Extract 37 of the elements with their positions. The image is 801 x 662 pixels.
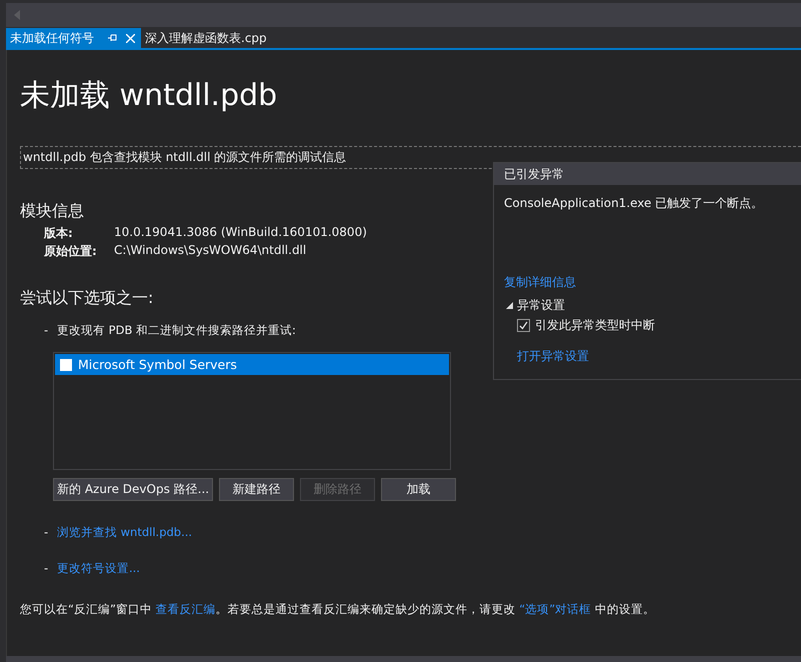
checkbox[interactable] — [517, 319, 530, 332]
pin-icon[interactable] — [108, 34, 118, 42]
open-settings-link[interactable]: 打开异常设置 — [517, 348, 589, 365]
footer-text: 中的设置。 — [594, 602, 655, 616]
field-label: 原始位置: — [44, 243, 98, 260]
path-label: Microsoft Symbol Servers — [78, 357, 237, 372]
section-heading: 尝试以下选项之一: — [20, 288, 154, 309]
field-label: 版本: — [44, 225, 74, 242]
field-value: 10.0.19041.3086 (WinBuild.160101.0800) — [114, 225, 368, 241]
exception-message: ConsoleApplication1.exe 已触发了一个断点。 — [503, 195, 764, 212]
dash-bullet: - — [44, 525, 50, 540]
checkbox-label: 引发此异常类型时中断 — [535, 317, 655, 334]
option-text: 更改现有 PDB 和二进制文件搜索路径并重试: — [57, 323, 296, 338]
footer-link[interactable]: 查看反汇编 — [156, 602, 216, 616]
path-item[interactable]: Microsoft Symbol Servers — [55, 354, 449, 375]
option-link[interactable]: 更改符号设置... — [57, 561, 140, 576]
page-title: 未加载 wntdll.pdb — [20, 77, 278, 115]
option-link[interactable]: 浏览并查找 wntdll.pdb... — [57, 525, 192, 540]
section-heading: 模块信息 — [20, 201, 84, 222]
footer-text: 。若要总是通过查看反汇编来确定缺少的源文件，请更改 — [216, 602, 517, 616]
path-button[interactable]: 新建路径 — [219, 478, 294, 501]
footer-link[interactable]: “选项”对话框 — [519, 602, 592, 616]
dash-bullet: - — [44, 561, 50, 576]
footer-text: 您可以在“反汇编”窗口中 — [20, 602, 153, 616]
expanded-triangle-icon[interactable] — [506, 302, 513, 309]
path-button[interactable]: 加载 — [381, 478, 456, 501]
settings-label: 异常设置 — [517, 297, 565, 314]
document-tab[interactable]: 未加载任何符号 — [6, 28, 141, 48]
dash-bullet: - — [44, 323, 50, 338]
close-icon[interactable] — [126, 34, 135, 42]
popup-title: 已引发异常 — [494, 163, 801, 185]
document-tab[interactable]: 深入理解虚函数表.cpp — [141, 28, 271, 48]
copy-details-link[interactable]: 复制详细信息 — [504, 274, 576, 291]
path-button[interactable]: 新的 Azure DevOps 路径... — [53, 478, 214, 501]
field-value: C:\Windows\SysWOW64\ntdll.dll — [114, 243, 308, 259]
checkbox[interactable] — [60, 358, 72, 370]
path-list[interactable]: Microsoft Symbol Servers — [53, 352, 451, 470]
